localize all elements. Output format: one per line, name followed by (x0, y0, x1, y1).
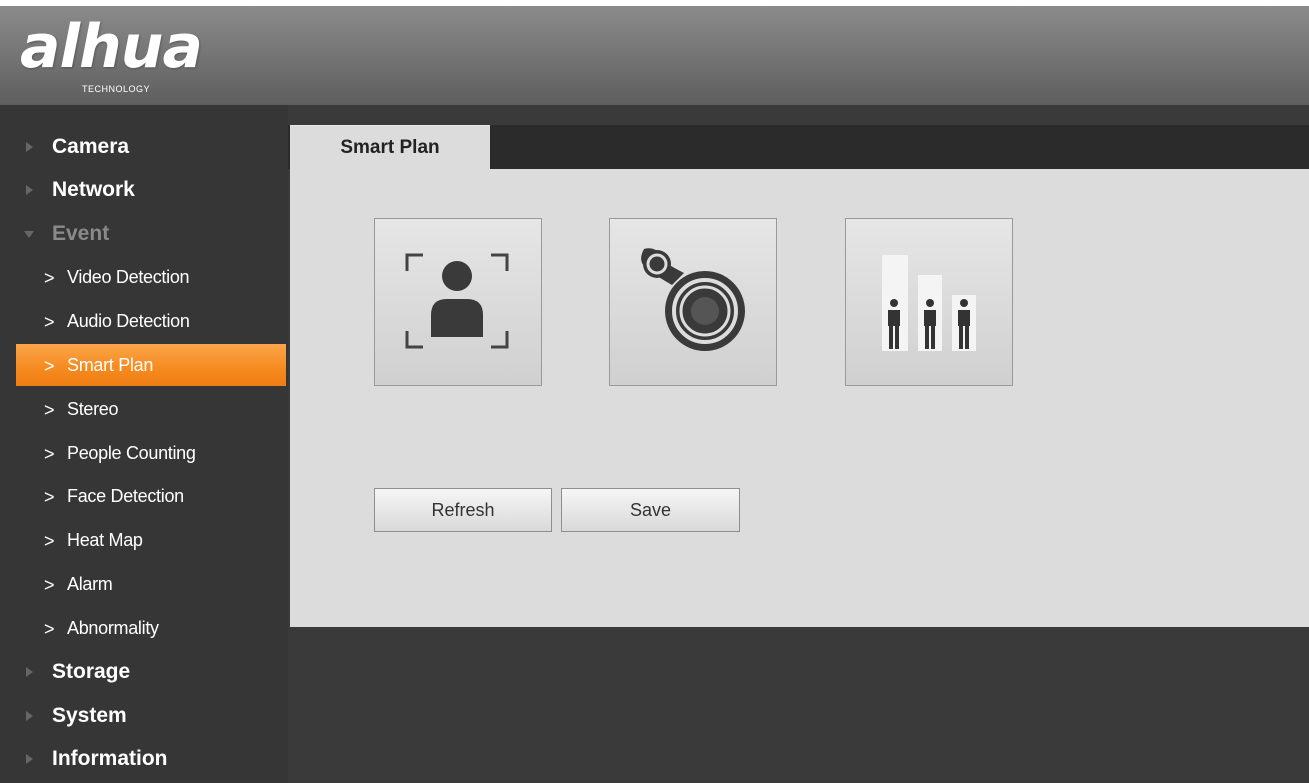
refresh-button[interactable]: Refresh (374, 488, 552, 532)
sidebar-item-label: Heat Map (67, 529, 143, 550)
chevron-right-icon: > (44, 444, 55, 464)
chevron-right-icon: > (44, 575, 55, 595)
sidebar-item-video-detection[interactable]: > Video Detection (0, 256, 288, 298)
collapsed-arrow-icon (26, 754, 33, 764)
smart-plan-panel: Refresh Save (290, 169, 1309, 627)
heat-map-icon (641, 248, 745, 351)
sidebar-item-label: Face Detection (67, 485, 184, 506)
people-counting-tile[interactable] (845, 218, 1013, 386)
heat-map-tile[interactable] (609, 218, 777, 386)
sidebar-item-label: Storage (52, 660, 131, 683)
tab-smart-plan[interactable]: Smart Plan (290, 125, 490, 170)
people-counting-icon (882, 255, 976, 351)
logo-text: alhua (20, 12, 203, 82)
chevron-right-icon: > (44, 268, 55, 288)
sidebar-item-label: Event (52, 222, 110, 245)
chevron-right-icon: > (44, 487, 55, 507)
sidebar-item-audio-detection[interactable]: > Audio Detection (0, 300, 288, 342)
sidebar-item-smart-plan[interactable]: > Smart Plan (16, 344, 286, 386)
collapsed-arrow-icon (26, 711, 33, 721)
sidebar-item-label: Audio Detection (67, 310, 190, 331)
sidebar-nav: Camera Network Event > Video Detection >… (0, 105, 288, 783)
sidebar-item-label: Camera (52, 135, 130, 158)
sidebar-item-stereo[interactable]: > Stereo (0, 388, 288, 430)
sidebar-item-label: Smart Plan (67, 354, 154, 375)
sidebar-item-alarm[interactable]: > Alarm (0, 563, 288, 605)
header-bar: alhua TECHNOLOGY (0, 0, 1309, 105)
sidebar-item-storage[interactable]: Storage (0, 651, 288, 693)
chevron-right-icon: > (44, 619, 55, 639)
sidebar-item-people-counting[interactable]: > People Counting (0, 432, 288, 474)
collapsed-arrow-icon (26, 667, 33, 677)
collapsed-arrow-icon (26, 185, 33, 195)
sidebar-item-label: People Counting (67, 442, 196, 463)
sidebar-item-label: System (52, 704, 127, 727)
tab-bar: Smart Plan (288, 125, 1309, 170)
logo-subtext: TECHNOLOGY (82, 84, 151, 94)
sidebar-item-system[interactable]: System (0, 695, 288, 737)
sidebar-item-information[interactable]: Information (0, 738, 288, 780)
chevron-right-icon: > (44, 531, 55, 551)
chevron-right-icon: > (44, 356, 55, 376)
sidebar-item-label: Abnormality (67, 617, 159, 638)
sidebar-item-label: Video Detection (67, 266, 190, 287)
sidebar-item-network[interactable]: Network (0, 169, 288, 211)
chevron-right-icon: > (44, 312, 55, 332)
collapsed-arrow-icon (26, 142, 33, 152)
chevron-right-icon: > (44, 400, 55, 420)
sidebar-item-face-detection[interactable]: > Face Detection (0, 475, 288, 517)
sidebar-item-heat-map[interactable]: > Heat Map (0, 519, 288, 561)
sidebar-item-label: Information (52, 747, 168, 770)
save-button[interactable]: Save (561, 488, 740, 532)
face-detection-tile[interactable] (374, 218, 542, 386)
sidebar-item-abnormality[interactable]: > Abnormality (0, 607, 288, 649)
sidebar-item-event[interactable]: Event (0, 213, 288, 255)
sidebar-item-label: Network (52, 178, 135, 201)
sidebar-item-label: Stereo (67, 398, 119, 419)
face-detection-icon (405, 253, 509, 349)
sidebar-item-label: Alarm (67, 573, 113, 594)
sidebar-item-camera[interactable]: Camera (0, 126, 288, 168)
expanded-arrow-icon (24, 231, 34, 238)
